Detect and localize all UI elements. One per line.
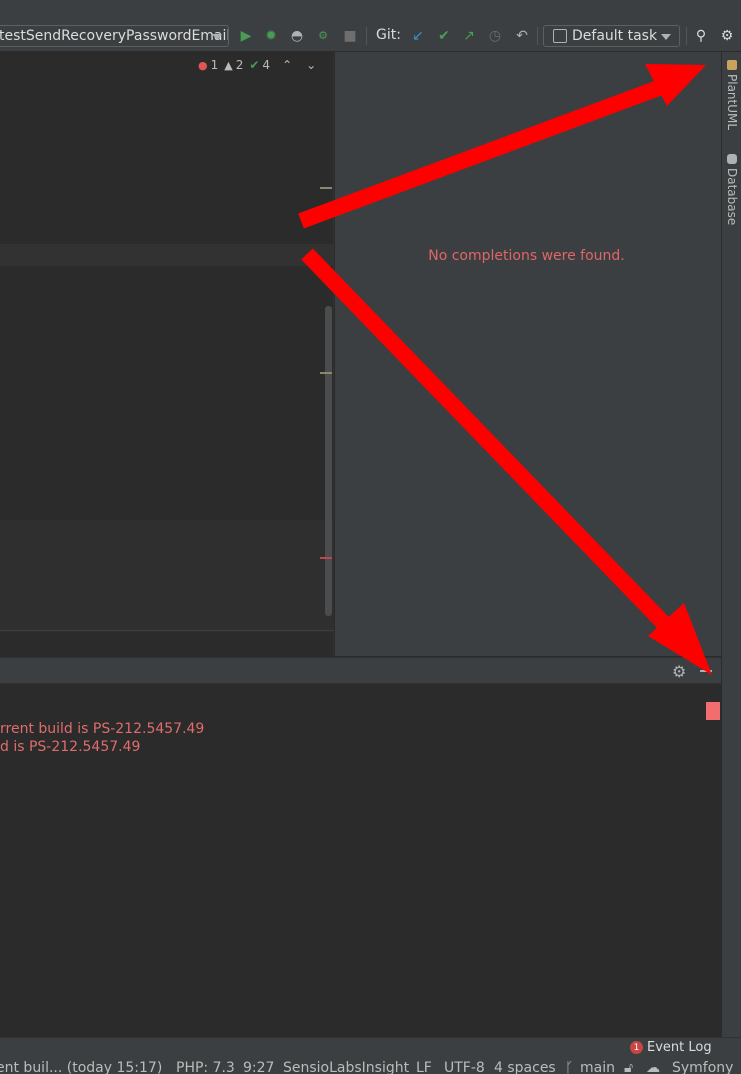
- log-line: rrent build is PS-212.5457.49: [0, 721, 205, 737]
- indent-setting[interactable]: 4 spaces: [494, 1060, 556, 1074]
- error-marker[interactable]: [706, 702, 720, 720]
- check-icon: ✔: [249, 58, 260, 72]
- framework-label[interactable]: Symfony: [672, 1060, 733, 1074]
- gear-icon[interactable]: ⚙: [672, 662, 686, 681]
- run-config-label: testSendRecoveryPasswordEmail: [0, 28, 229, 44]
- error-stripe-mark[interactable]: [320, 557, 332, 559]
- warnings-count-label: 2: [235, 58, 244, 72]
- error-icon: ●: [198, 58, 208, 72]
- tool-tab-plantuml[interactable]: PlantUML: [724, 60, 740, 130]
- chevron-up-icon[interactable]: ⌃: [282, 58, 292, 72]
- profile-icon[interactable]: ⚙: [314, 27, 332, 45]
- lock-icon[interactable]: 🔓︎: [624, 1060, 633, 1074]
- caret-line-highlight: [0, 244, 334, 266]
- editor-scrollbar[interactable]: [325, 306, 332, 616]
- chevron-down-icon[interactable]: ⌄: [306, 58, 316, 72]
- toolbar-separator: [686, 27, 687, 45]
- plantuml-icon: [727, 60, 737, 70]
- main-toolbar: testSendRecoveryPasswordEmail ▶ ✹ ◓ ⚙ ■ …: [0, 0, 741, 52]
- error-stripe-mark[interactable]: [320, 187, 332, 189]
- right-tool-stripe: PlantUML Database: [721, 52, 741, 1037]
- caret-position[interactable]: 9:27: [243, 1060, 274, 1074]
- notification-badge: 1: [630, 1041, 643, 1054]
- task-combo[interactable]: Default task: [543, 25, 680, 47]
- status-message[interactable]: ent buil... (today 15:17): [0, 1060, 162, 1074]
- task-label: Default task: [572, 28, 658, 44]
- history-icon[interactable]: ◷: [486, 27, 504, 45]
- symfony-icon: ☁: [646, 1060, 660, 1074]
- php-version[interactable]: PHP: 7.3: [176, 1060, 235, 1074]
- git-branch[interactable]: main: [580, 1060, 615, 1074]
- git-label: Git:: [376, 27, 401, 43]
- editor-bottom-border: [0, 630, 334, 631]
- minimize-icon[interactable]: [700, 670, 712, 672]
- tool-tab-database[interactable]: Database: [724, 154, 740, 225]
- debug-icon[interactable]: ✹: [262, 27, 280, 45]
- line-separator[interactable]: LF: [416, 1060, 432, 1074]
- git-commit-icon[interactable]: ✔: [435, 27, 453, 45]
- run-icon[interactable]: ▶: [237, 27, 255, 45]
- toolbar-separator: [537, 27, 538, 45]
- task-icon: [553, 29, 567, 43]
- toolbar-separator: [366, 27, 367, 45]
- warnings-count[interactable]: ▲ 2: [224, 58, 243, 72]
- completion-panel: No completions were found.: [335, 52, 721, 656]
- event-log-label: Event Log: [647, 1040, 712, 1055]
- search-icon[interactable]: ⚲: [692, 27, 710, 45]
- git-push-icon[interactable]: ↗: [460, 27, 478, 45]
- coverage-icon[interactable]: ◓: [288, 27, 306, 45]
- chevron-down-icon: [212, 34, 222, 40]
- chevron-down-icon: [661, 34, 671, 40]
- log-line: d is PS-212.5457.49: [0, 739, 141, 755]
- branch-icon: ᚴ: [565, 1060, 574, 1074]
- git-update-icon[interactable]: ↙: [409, 27, 427, 45]
- file-encoding[interactable]: UTF-8: [444, 1060, 485, 1074]
- no-completions-message: No completions were found.: [428, 248, 625, 264]
- log-console[interactable]: rrent build is PS-212.5457.49 d is PS-21…: [0, 684, 721, 1037]
- tool-tab-label: Database: [725, 168, 739, 226]
- status-bar: ent buil... (today 15:17) PHP: 7.3 9:27 …: [0, 1059, 741, 1074]
- tool-window-header: ⚙: [0, 657, 721, 684]
- code-editor[interactable]: ● 1 ▲ 2 ✔ 4 ⌃ ⌄: [0, 52, 334, 656]
- gear-icon[interactable]: ⚙: [718, 27, 736, 45]
- weak-warnings-count[interactable]: ✔ 4: [249, 58, 270, 72]
- bottom-tool-stripe: 1 Event Log: [0, 1037, 741, 1059]
- sensiolabs-insight[interactable]: SensioLabsInsight: [283, 1060, 409, 1074]
- event-log-tab[interactable]: 1 Event Log: [630, 1040, 712, 1055]
- weak-warnings-count-label: 4: [262, 58, 271, 72]
- run-config-combo[interactable]: testSendRecoveryPasswordEmail: [0, 25, 229, 47]
- errors-count-label: 1: [210, 58, 219, 72]
- editor-region: [0, 520, 334, 632]
- warning-icon: ▲: [224, 58, 233, 72]
- inspection-widget[interactable]: ● 1 ▲ 2 ✔ 4 ⌃ ⌄: [198, 56, 316, 74]
- database-icon: [727, 154, 737, 164]
- rollback-icon[interactable]: ↶: [513, 27, 531, 45]
- errors-count[interactable]: ● 1: [198, 58, 218, 72]
- stop-icon[interactable]: ■: [341, 27, 359, 45]
- error-stripe-mark[interactable]: [320, 372, 332, 374]
- tool-tab-label: PlantUML: [725, 74, 739, 131]
